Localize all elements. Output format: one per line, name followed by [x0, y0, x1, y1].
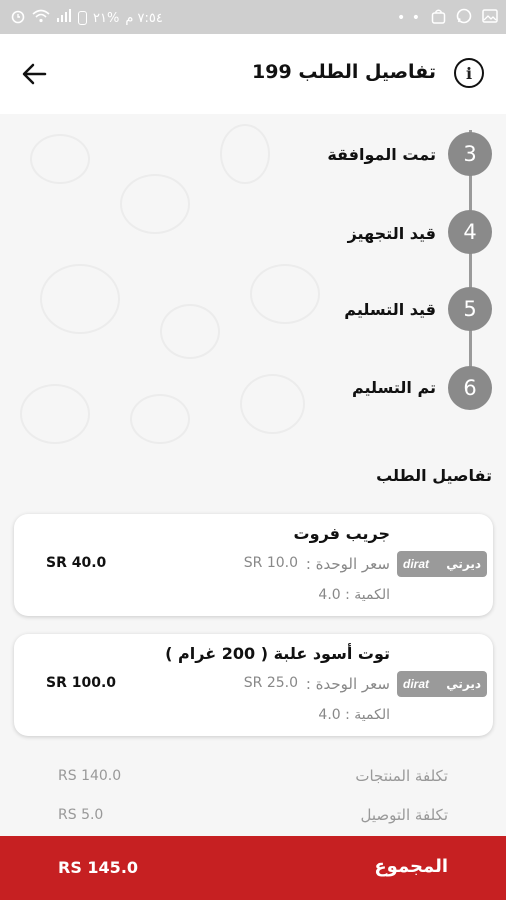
gallery-icon [482, 9, 498, 27]
info-icon: i [465, 63, 473, 83]
order-item-card[interactable]: جريب فروت dirat ديرتي سعر الوحدة : SR 10… [14, 514, 493, 616]
step-circle-4: 4 [448, 210, 492, 254]
total-label: المجموع [374, 856, 448, 877]
total-bar: المجموع RS 145.0 [0, 836, 506, 900]
background-doodle [30, 134, 90, 184]
background-doodle [130, 394, 190, 444]
delivery-cost-label: تكلفة التوصيل [360, 806, 448, 824]
step-label-preparing: قيد التجهيز [347, 224, 436, 243]
background-doodle [160, 304, 220, 359]
order-details-title: تفاصيل الطلب [376, 466, 492, 485]
brand-badge: dirat ديرتي [397, 551, 487, 577]
info-button[interactable]: i [454, 58, 484, 88]
unit-price-value: SR 25.0 [243, 675, 298, 691]
brand-logo-ar: ديرتي [446, 557, 481, 571]
wifi-icon [32, 9, 50, 27]
step-circle-3: 3 [448, 132, 492, 176]
item-total: SR 40.0 [46, 555, 107, 571]
products-cost-label: تكلفة المنتجات [355, 767, 448, 785]
background-doodle [120, 174, 190, 234]
background-doodle [20, 384, 90, 444]
shopping-bag-icon [431, 9, 446, 28]
app-bar: تفاصيل الطلب 199 i [0, 34, 506, 114]
total-value: RS 145.0 [58, 858, 139, 877]
status-battery: %٢١ [93, 10, 120, 26]
order-item-card[interactable]: توت أسود علبة ( 200 غرام ) dirat ديرتي س… [14, 634, 493, 736]
step-label-delivering: قيد التسليم [344, 300, 436, 319]
unit-price-value: SR 10.0 [243, 555, 298, 571]
background-doodle [40, 264, 120, 334]
step-label-delivered: تم التسليم [351, 378, 436, 397]
quantity: الكمية : 4.0 [318, 587, 390, 603]
brand-logo-en: dirat [403, 557, 430, 571]
step-circle-6: 6 [448, 366, 492, 410]
status-time: ٧:٥٤ م [125, 10, 163, 26]
delivery-cost-value: RS 5.0 [58, 807, 104, 823]
more-notifications-icon: • • [397, 10, 421, 26]
battery-icon [78, 11, 87, 25]
quantity: الكمية : 4.0 [318, 707, 390, 723]
brand-logo-en: dirat [403, 677, 430, 691]
alarm-icon [10, 8, 26, 28]
item-total: SR 100.0 [46, 675, 117, 691]
back-button[interactable] [18, 58, 50, 90]
arrow-left-icon [22, 63, 47, 85]
page-title: تفاصيل الطلب 199 [252, 61, 436, 83]
background-doodle [240, 374, 305, 434]
status-bar: ٧:٥٤ م %٢١ • • [0, 0, 506, 34]
step-circle-5: 5 [448, 287, 492, 331]
status-right: • • [397, 8, 498, 28]
brand-badge: dirat ديرتي [397, 671, 487, 697]
step-label-approved: تمت الموافقة [327, 145, 436, 164]
background-doodle [250, 264, 320, 324]
item-name: توت أسود علبة ( 200 غرام ) [165, 644, 390, 663]
products-cost-value: RS 140.0 [58, 768, 122, 784]
status-left: ٧:٥٤ م %٢١ [10, 8, 163, 28]
brand-logo-ar: ديرتي [446, 677, 481, 691]
whatsapp-icon [456, 8, 472, 28]
signal-icon [56, 9, 72, 27]
background-doodle [220, 124, 270, 184]
unit-price-label: سعر الوحدة : [305, 675, 390, 693]
unit-price-label: سعر الوحدة : [305, 555, 390, 573]
item-name: جريب فروت [293, 524, 390, 543]
